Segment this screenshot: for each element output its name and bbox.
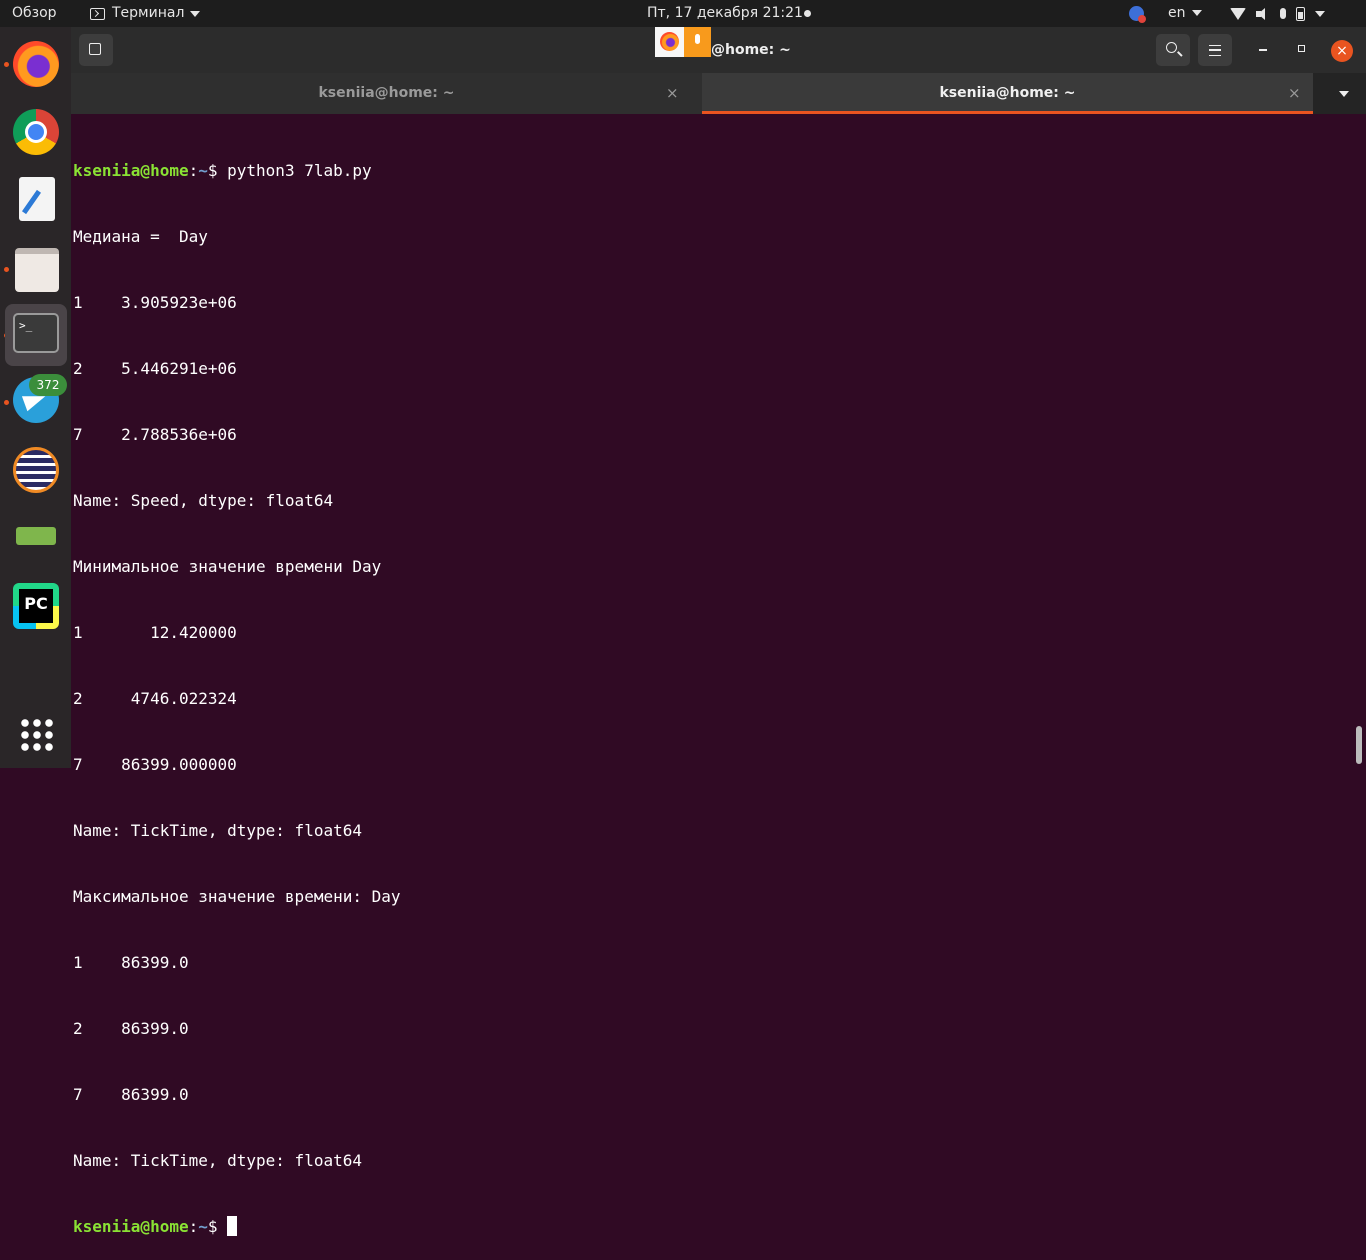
language-label: en [1168,5,1186,21]
prompt-path: ~ [198,161,208,180]
running-indicator [4,62,9,67]
output-line: 2 4746.022324 [73,689,237,708]
search-button[interactable] [1156,34,1190,66]
battery-icon [1296,6,1305,21]
text-editor-icon[interactable] [19,177,55,221]
top-panel: Обзор Терминал Пт, 17 декабря 21:21 en [0,0,1366,27]
prompt-user: kseniia@home [73,161,189,180]
prompt-line: kseniia@home:~$ [73,1216,1353,1238]
output-line: 7 86399.000000 [73,755,237,774]
files-icon[interactable] [15,248,59,292]
output-line: Минимальное значение времени Day [73,557,382,576]
tab-bar: kseniia@home: ~ × kseniia@home: ~ × [71,73,1366,114]
text-cursor [227,1216,238,1236]
output-line: Name: Speed, dtype: float64 [73,491,334,510]
minimize-icon[interactable] [1259,49,1267,51]
volume-icon [1256,7,1270,20]
app-menu-label: Терминал [112,5,185,21]
chevron-down-icon [1191,10,1202,16]
command-text: python3 7lab.py [227,161,372,180]
output-line: 1 3.905923e+06 [73,293,237,312]
sharing-indicator[interactable] [655,27,711,57]
prompt-user: kseniia@home [73,1217,189,1236]
menu-button[interactable] [1198,34,1232,66]
close-window-button[interactable]: × [1331,40,1353,62]
language-selector[interactable]: en [1168,0,1202,27]
maximize-icon[interactable] [1298,45,1305,52]
firefox-icon[interactable] [13,41,59,87]
output-line: 7 86399.0 [73,1085,189,1104]
serial-port-icon[interactable] [16,527,56,545]
scrollbar[interactable] [1356,726,1362,764]
wifi-icon [1230,7,1246,20]
command-line: kseniia@home:~$ python3 7lab.py [73,160,1353,182]
running-indicator [4,267,9,272]
show-applications-icon[interactable] [19,717,53,751]
output-line: 2 86399.0 [73,1019,189,1038]
prompt-path: ~ [198,1217,208,1236]
chrome-icon[interactable] [13,109,59,155]
unread-badge: 372 [29,374,67,396]
dock: >_ 372 [0,27,71,768]
output-line: Максимальное значение времени: Day [73,887,401,906]
prompt-colon: : [188,161,199,180]
prompt-symbol: $ [207,1217,228,1236]
app-menu[interactable]: Терминал [90,0,201,27]
terminal-icon[interactable]: >_ [13,313,59,353]
prompt-colon: : [188,1217,199,1236]
tabs-dropdown-icon[interactable] [1339,91,1349,97]
new-tab-button[interactable] [79,34,113,66]
system-menu[interactable] [1230,0,1325,27]
close-icon[interactable]: × [1288,73,1301,114]
microphone-icon [684,27,711,57]
window-titlebar: @home: ~ × [71,27,1366,73]
chevron-down-icon [1315,10,1325,17]
tab-label: kseniia@home: ~ [318,85,455,101]
notification-dot-icon [804,10,811,17]
tab-terminal-1[interactable]: kseniia@home: ~ × [71,73,702,114]
tab-terminal-2[interactable]: kseniia@home: ~ × [702,73,1313,114]
output-line: 2 5.446291e+06 [73,359,237,378]
chevron-down-icon [190,10,201,17]
running-indicator [4,400,9,405]
activities-button[interactable]: Обзор [12,0,57,27]
output-line: Name: TickTime, dtype: float64 [73,1151,362,1170]
output-line: Name: TickTime, dtype: float64 [73,821,362,840]
eclipse-icon[interactable] [13,447,59,493]
close-icon[interactable]: × [666,73,679,114]
terminal-icon [90,7,105,20]
output-line: 7 2.788536e+06 [73,425,237,444]
window-title: @home: ~ [711,42,791,58]
notification-icon[interactable] [1129,6,1146,23]
clock[interactable]: Пт, 17 декабря 21:21 [647,0,803,27]
prompt-symbol: $ [207,161,228,180]
output-line: 1 12.420000 [73,623,237,642]
firefox-icon [655,27,684,57]
tab-label: kseniia@home: ~ [939,85,1076,101]
microphone-icon [1280,8,1286,19]
terminal-output[interactable]: kseniia@home:~$ python3 7lab.py Медиана … [73,116,1353,1236]
pycharm-icon[interactable] [13,583,59,629]
output-line: 1 86399.0 [73,953,189,972]
output-line: Медиана = Day [73,227,208,246]
